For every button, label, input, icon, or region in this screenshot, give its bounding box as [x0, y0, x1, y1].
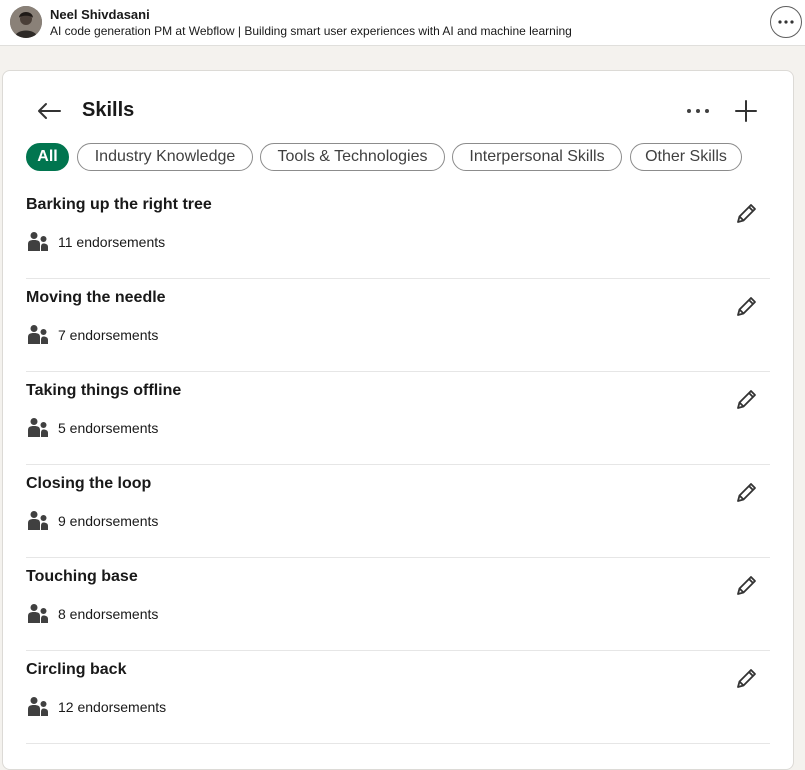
skill-row: Barking up the right tree 11 endorsement…: [26, 186, 770, 279]
pencil-icon: [737, 390, 756, 409]
ellipsis-icon: [778, 20, 794, 24]
pencil-icon: [737, 576, 756, 595]
endorsement-count[interactable]: 7 endorsements: [58, 327, 158, 343]
pencil-icon: [737, 483, 756, 502]
people-icon: [28, 232, 48, 251]
filter-chip-industry-knowledge[interactable]: Industry Knowledge: [77, 143, 253, 171]
endorsement-count[interactable]: 9 endorsements: [58, 513, 158, 529]
pencil-icon: [737, 204, 756, 223]
edit-skill-button[interactable]: [732, 200, 760, 228]
edit-skill-button[interactable]: [732, 293, 760, 321]
filter-chip-interpersonal-skills[interactable]: Interpersonal Skills: [452, 143, 622, 171]
more-options-button[interactable]: [684, 98, 712, 124]
people-icon: [28, 604, 48, 623]
profile-headline: AI code generation PM at Webflow | Build…: [50, 24, 572, 38]
edit-skill-button[interactable]: [732, 572, 760, 600]
pencil-icon: [737, 297, 756, 316]
profile-name: Neel Shivdasani: [50, 7, 150, 22]
plus-icon: [735, 100, 757, 122]
skill-row: Moving the needle 7 endorsements: [26, 279, 770, 372]
avatar[interactable]: [10, 6, 42, 38]
endorsement-count[interactable]: 11 endorsements: [58, 234, 165, 250]
filter-chip-all[interactable]: All: [26, 143, 69, 171]
endorsement-count[interactable]: 12 endorsements: [58, 699, 166, 715]
skill-name[interactable]: Circling back: [26, 661, 126, 679]
endorsement-count[interactable]: 5 endorsements: [58, 420, 158, 436]
add-skill-button[interactable]: [732, 97, 760, 125]
edit-skill-button[interactable]: [732, 665, 760, 693]
arrow-left-icon: [38, 103, 61, 119]
filter-chip-other-skills[interactable]: Other Skills: [630, 143, 742, 171]
pencil-icon: [737, 669, 756, 688]
skill-name[interactable]: Moving the needle: [26, 289, 166, 307]
skill-row: Circling back 12 endorsements: [26, 651, 770, 744]
skill-name[interactable]: Touching base: [26, 568, 138, 586]
skill-row: Touching base 8 endorsements: [26, 558, 770, 651]
skill-row: Closing the loop 9 endorsements: [26, 465, 770, 558]
people-icon: [28, 325, 48, 344]
people-icon: [28, 697, 48, 716]
ellipsis-icon: [687, 109, 709, 113]
skill-name[interactable]: Taking things offline: [26, 382, 181, 400]
people-icon: [28, 511, 48, 530]
skill-row: Taking things offline 5 endorsements: [26, 372, 770, 465]
profile-topbar: Neel Shivdasani AI code generation PM at…: [0, 0, 805, 46]
back-button[interactable]: [35, 97, 63, 125]
endorsement-count[interactable]: 8 endorsements: [58, 606, 158, 622]
edit-skill-button[interactable]: [732, 386, 760, 414]
skill-name[interactable]: Barking up the right tree: [26, 196, 212, 214]
people-icon: [28, 418, 48, 437]
edit-skill-button[interactable]: [732, 479, 760, 507]
skill-name[interactable]: Closing the loop: [26, 475, 151, 493]
profile-more-button[interactable]: [770, 6, 802, 38]
page-title: Skills: [82, 99, 135, 121]
filter-chip-tools-technologies[interactable]: Tools & Technologies: [260, 143, 445, 171]
